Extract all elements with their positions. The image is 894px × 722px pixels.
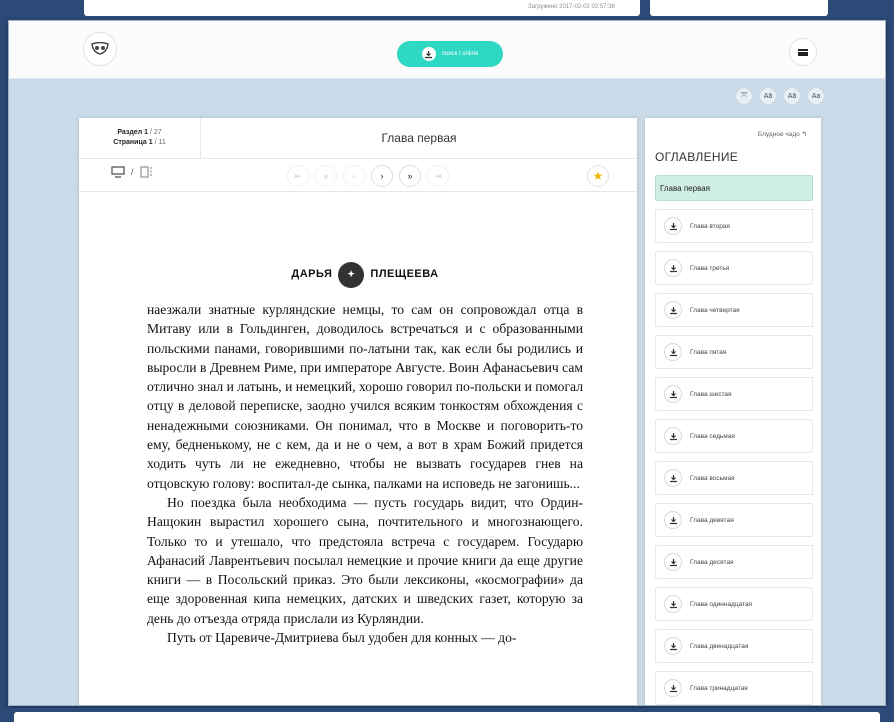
reader-window: поиск / online ⤧ Aā Aā Aa Раздел 1 / 27 … bbox=[8, 20, 886, 706]
download-icon bbox=[664, 427, 682, 445]
toc-item-chapter-1[interactable]: Глава первая bbox=[655, 175, 813, 201]
view-mode-toggle: / bbox=[111, 166, 154, 178]
toc-item-label: Глава вторая bbox=[690, 222, 730, 230]
previous-page-button[interactable]: ‹ bbox=[343, 165, 365, 187]
download-icon bbox=[664, 553, 682, 571]
toc-item-chapter-5[interactable]: Глава пятая bbox=[655, 335, 813, 369]
background-card bbox=[650, 0, 828, 16]
font-decrease-button[interactable]: Aā bbox=[759, 87, 777, 105]
download-icon bbox=[664, 259, 682, 277]
chapter-title: Глава первая bbox=[381, 131, 457, 145]
page-total: / 11 bbox=[154, 139, 166, 146]
section-total: / 27 bbox=[149, 129, 162, 136]
toc-heading: ОГЛАВЛЕНИЕ bbox=[655, 150, 739, 164]
book-title-link[interactable]: Блудное чадо ↰ bbox=[758, 130, 807, 138]
toc-item-label: Глава тринадцатая bbox=[690, 684, 748, 692]
search-online-label: поиск / online bbox=[441, 51, 479, 57]
hamburger-menu-button[interactable] bbox=[789, 38, 817, 66]
toc-item-chapter-8[interactable]: Глава восьмая bbox=[655, 461, 813, 495]
first-section-button[interactable]: ⇤ bbox=[287, 165, 309, 187]
download-icon bbox=[664, 595, 682, 613]
download-icon bbox=[664, 343, 682, 361]
position-indicator: Раздел 1 / 27 Страница 1 / 11 bbox=[79, 118, 201, 158]
next-section-button[interactable]: » bbox=[399, 165, 421, 187]
view-separator: / bbox=[131, 167, 134, 177]
publisher-emblem-icon: ✦ bbox=[338, 262, 365, 288]
author-last-name: ПЛЕЩЕЕВА bbox=[370, 268, 439, 281]
toc-item-label: Глава двенадцатая bbox=[690, 642, 749, 650]
toc-item-chapter-3[interactable]: Глава третья bbox=[655, 251, 813, 285]
reader-panel: Раздел 1 / 27 Страница 1 / 11 Глава перв… bbox=[79, 118, 637, 705]
toc-item-chapter-2[interactable]: Глава вторая bbox=[655, 209, 813, 243]
toc-item-label: Глава третья bbox=[690, 264, 730, 272]
bookmark-star-icon[interactable]: ★ bbox=[587, 165, 609, 187]
download-icon bbox=[664, 301, 682, 319]
single-page-icon[interactable] bbox=[111, 166, 125, 178]
section-value: 1 bbox=[144, 129, 149, 136]
background-window-strip: Загружено 2017-02-02 02:57:38 bbox=[0, 0, 894, 22]
table-of-contents-panel: Блудное чадо ↰ ОГЛАВЛЕНИЕ Глава первая Г… bbox=[645, 118, 821, 705]
toc-item-chapter-12[interactable]: Глава двенадцатая bbox=[655, 629, 813, 663]
author-first-name: ДАРЬЯ bbox=[291, 268, 333, 281]
toc-item-chapter-13[interactable]: Глава тринадцатая bbox=[655, 671, 813, 705]
page-running-header: ДАРЬЯ ✦ ПЛЕЩЕЕВА bbox=[147, 262, 583, 288]
fullscreen-button[interactable]: ⤧ bbox=[735, 87, 753, 105]
download-icon bbox=[421, 47, 436, 61]
owl-logo[interactable] bbox=[83, 32, 117, 66]
toc-item-label: Глава четвертая bbox=[690, 306, 740, 314]
toc-item-label: Глава десятая bbox=[690, 558, 734, 566]
download-icon bbox=[664, 385, 682, 403]
paragraph: Путь от Царевиче-Дмитриева был удобен дл… bbox=[167, 630, 517, 646]
toc-item-chapter-11[interactable]: Глава одиннадцатая bbox=[655, 587, 813, 621]
toc-item-chapter-4[interactable]: Глава четвертая bbox=[655, 293, 813, 327]
page-label: Страница bbox=[113, 139, 147, 146]
download-icon bbox=[664, 679, 682, 697]
toc-item-label: Глава пятая bbox=[690, 348, 727, 356]
app-header: поиск / online bbox=[9, 21, 885, 79]
reader-toolbar: / ⇤ « ‹ › » ⇥ ★ bbox=[79, 159, 637, 192]
toc-list: Глава первая Глава вторая Глава третья Г… bbox=[655, 175, 813, 705]
paragraph: наезжали знатные курляндские немцы, то с… bbox=[147, 302, 583, 491]
search-online-button[interactable]: поиск / online bbox=[397, 41, 503, 67]
toc-item-label: Глава седьмая bbox=[690, 432, 735, 440]
background-card bbox=[14, 712, 880, 722]
toc-item-chapter-7[interactable]: Глава седьмая bbox=[655, 419, 813, 453]
toc-item-chapter-10[interactable]: Глава десятая bbox=[655, 545, 813, 579]
book-title-label: Блудное чадо bbox=[757, 131, 800, 138]
page-navigation: ⇤ « ‹ › » ⇥ bbox=[287, 165, 449, 187]
toc-item-label: Глава одиннадцатая bbox=[690, 600, 753, 608]
paragraph: Но поездка была необходима — пусть госуд… bbox=[147, 494, 583, 626]
loaded-timestamp: Загружено 2017-02-02 02:57:38 bbox=[528, 4, 615, 10]
last-section-button[interactable]: ⇥ bbox=[427, 165, 449, 187]
toc-item-chapter-6[interactable]: Глава шестая bbox=[655, 377, 813, 411]
two-column-icon[interactable] bbox=[139, 166, 154, 178]
next-page-button[interactable]: › bbox=[371, 165, 393, 187]
download-icon bbox=[664, 217, 682, 235]
section-label: Раздел bbox=[117, 129, 143, 136]
download-icon bbox=[664, 469, 682, 487]
display-tools: ⤧ Aā Aā Aa bbox=[735, 87, 825, 105]
font-increase-button[interactable]: Aā bbox=[783, 87, 801, 105]
page-value: 1 bbox=[148, 139, 153, 146]
download-icon bbox=[664, 511, 682, 529]
toc-item-chapter-9[interactable]: Глава девятая bbox=[655, 503, 813, 537]
book-page: ДАРЬЯ ✦ ПЛЕЩЕЕВА наезжали знатные курлян… bbox=[79, 192, 637, 647]
toc-item-label: Глава первая bbox=[660, 183, 711, 193]
toc-item-label: Глава девятая bbox=[690, 516, 734, 524]
previous-section-button[interactable]: « bbox=[315, 165, 337, 187]
reader-header: Раздел 1 / 27 Страница 1 / 11 Глава перв… bbox=[79, 118, 637, 159]
toc-item-label: Глава восьмая bbox=[690, 474, 735, 482]
menu-icon bbox=[798, 48, 808, 56]
toc-item-label: Глава шестая bbox=[690, 390, 732, 398]
font-style-button[interactable]: Aa bbox=[807, 87, 825, 105]
download-icon bbox=[664, 637, 682, 655]
owl-icon bbox=[91, 42, 109, 55]
